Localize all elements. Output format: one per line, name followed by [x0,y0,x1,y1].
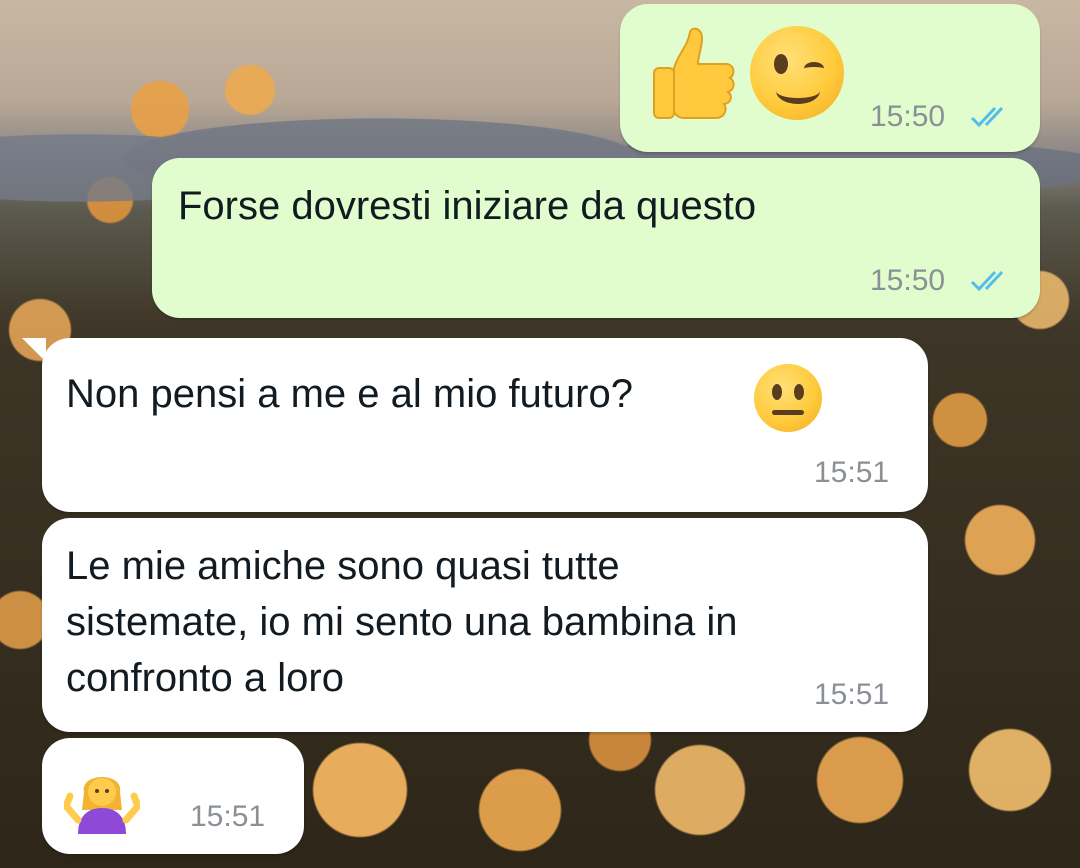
thumbs-up-emoji [653,27,735,119]
message-bubble-outgoing[interactable]: 15:50 [620,4,1040,152]
read-ticks-icon [970,106,1004,128]
neutral-face-emoji [754,364,822,432]
person-shrugging-emoji [64,777,140,834]
message-timestamp: 15:51 [814,678,890,711]
message-bubble-incoming[interactable]: 15:51 [42,738,304,854]
message-text: Forse dovresti iniziare da questo [178,184,757,228]
message-timestamp: 15:50 [870,100,946,133]
message-text-line: sistemate, io mi sento una bambina in [66,600,738,644]
message-bubble-incoming[interactable]: Non pensi a me e al mio futuro? 15:51 [42,338,928,512]
message-timestamp: 15:50 [870,264,946,297]
message-bubble-outgoing[interactable]: Forse dovresti iniziare da questo 15:50 [152,158,1040,318]
message-timestamp: 15:51 [814,456,890,489]
message-text: Non pensi a me e al mio futuro? [66,372,633,416]
message-timestamp: 15:51 [190,800,266,833]
winking-face-emoji [750,26,844,120]
read-ticks-icon [970,270,1004,292]
message-text-line: Le mie amiche sono quasi tutte [66,544,620,588]
message-bubble-incoming[interactable]: Le mie amiche sono quasi tutte sistemate… [42,518,928,732]
message-text-line: confronto a loro [66,656,344,700]
